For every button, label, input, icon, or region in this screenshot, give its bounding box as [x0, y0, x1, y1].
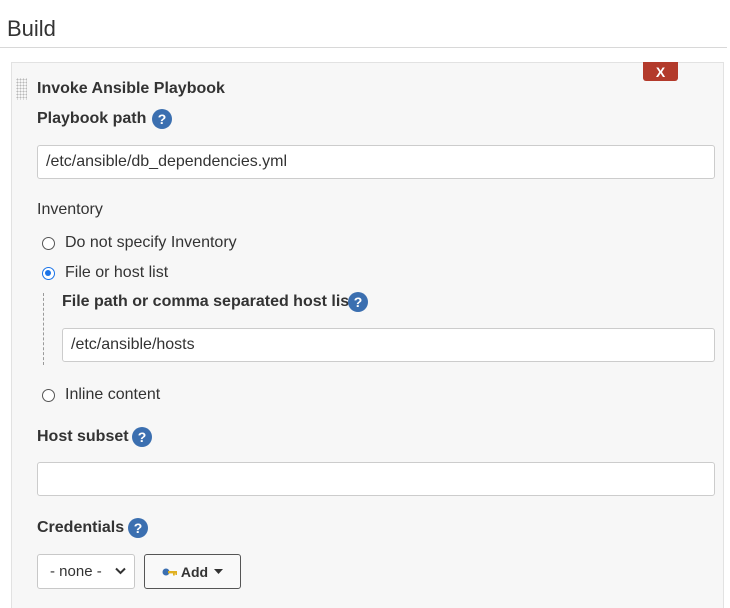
credentials-help-icon[interactable]: ?	[128, 518, 148, 538]
radio-file-label[interactable]: File or host list	[65, 264, 168, 282]
inventory-option-file[interactable]: File or host list	[42, 264, 168, 282]
inventory-option-none[interactable]: Do not specify Inventory	[42, 234, 237, 252]
radio-none[interactable]	[42, 236, 55, 250]
inventory-label: Inventory	[37, 201, 103, 218]
nested-section-indicator	[43, 293, 44, 365]
file-path-help-icon[interactable]: ?	[348, 292, 368, 312]
section-title: Build	[7, 16, 56, 41]
section-divider	[0, 47, 727, 48]
host-subset-input[interactable]	[37, 462, 715, 496]
delete-step-button[interactable]: X	[643, 62, 678, 81]
file-path-input[interactable]	[62, 328, 715, 362]
credentials-select[interactable]: - none -	[37, 554, 135, 589]
inventory-option-inline[interactable]: Inline content	[42, 386, 160, 404]
playbook-path-label: Playbook path	[37, 110, 147, 127]
add-button-label: Add	[180, 563, 209, 580]
step-title: Invoke Ansible Playbook	[37, 80, 225, 97]
credentials-selected-value: - none -	[50, 563, 102, 580]
credentials-label: Credentials	[37, 519, 125, 536]
radio-inline-content[interactable]	[42, 388, 55, 402]
radio-none-label[interactable]: Do not specify Inventory	[65, 234, 237, 252]
file-path-label: File path or comma separated host list	[62, 293, 355, 310]
key-icon	[162, 567, 178, 577]
add-credentials-button[interactable]: Add	[144, 554, 241, 589]
host-subset-help-icon[interactable]: ?	[132, 427, 152, 447]
playbook-path-input[interactable]	[37, 145, 715, 179]
playbook-path-help-icon[interactable]: ?	[152, 109, 172, 129]
radio-inline-label[interactable]: Inline content	[65, 386, 160, 404]
host-subset-label: Host subset	[37, 428, 129, 445]
caret-down-icon	[214, 567, 224, 577]
chevron-down-icon	[115, 564, 126, 578]
radio-file-or-host-list[interactable]	[42, 266, 55, 280]
drag-handle-icon[interactable]	[16, 78, 27, 100]
